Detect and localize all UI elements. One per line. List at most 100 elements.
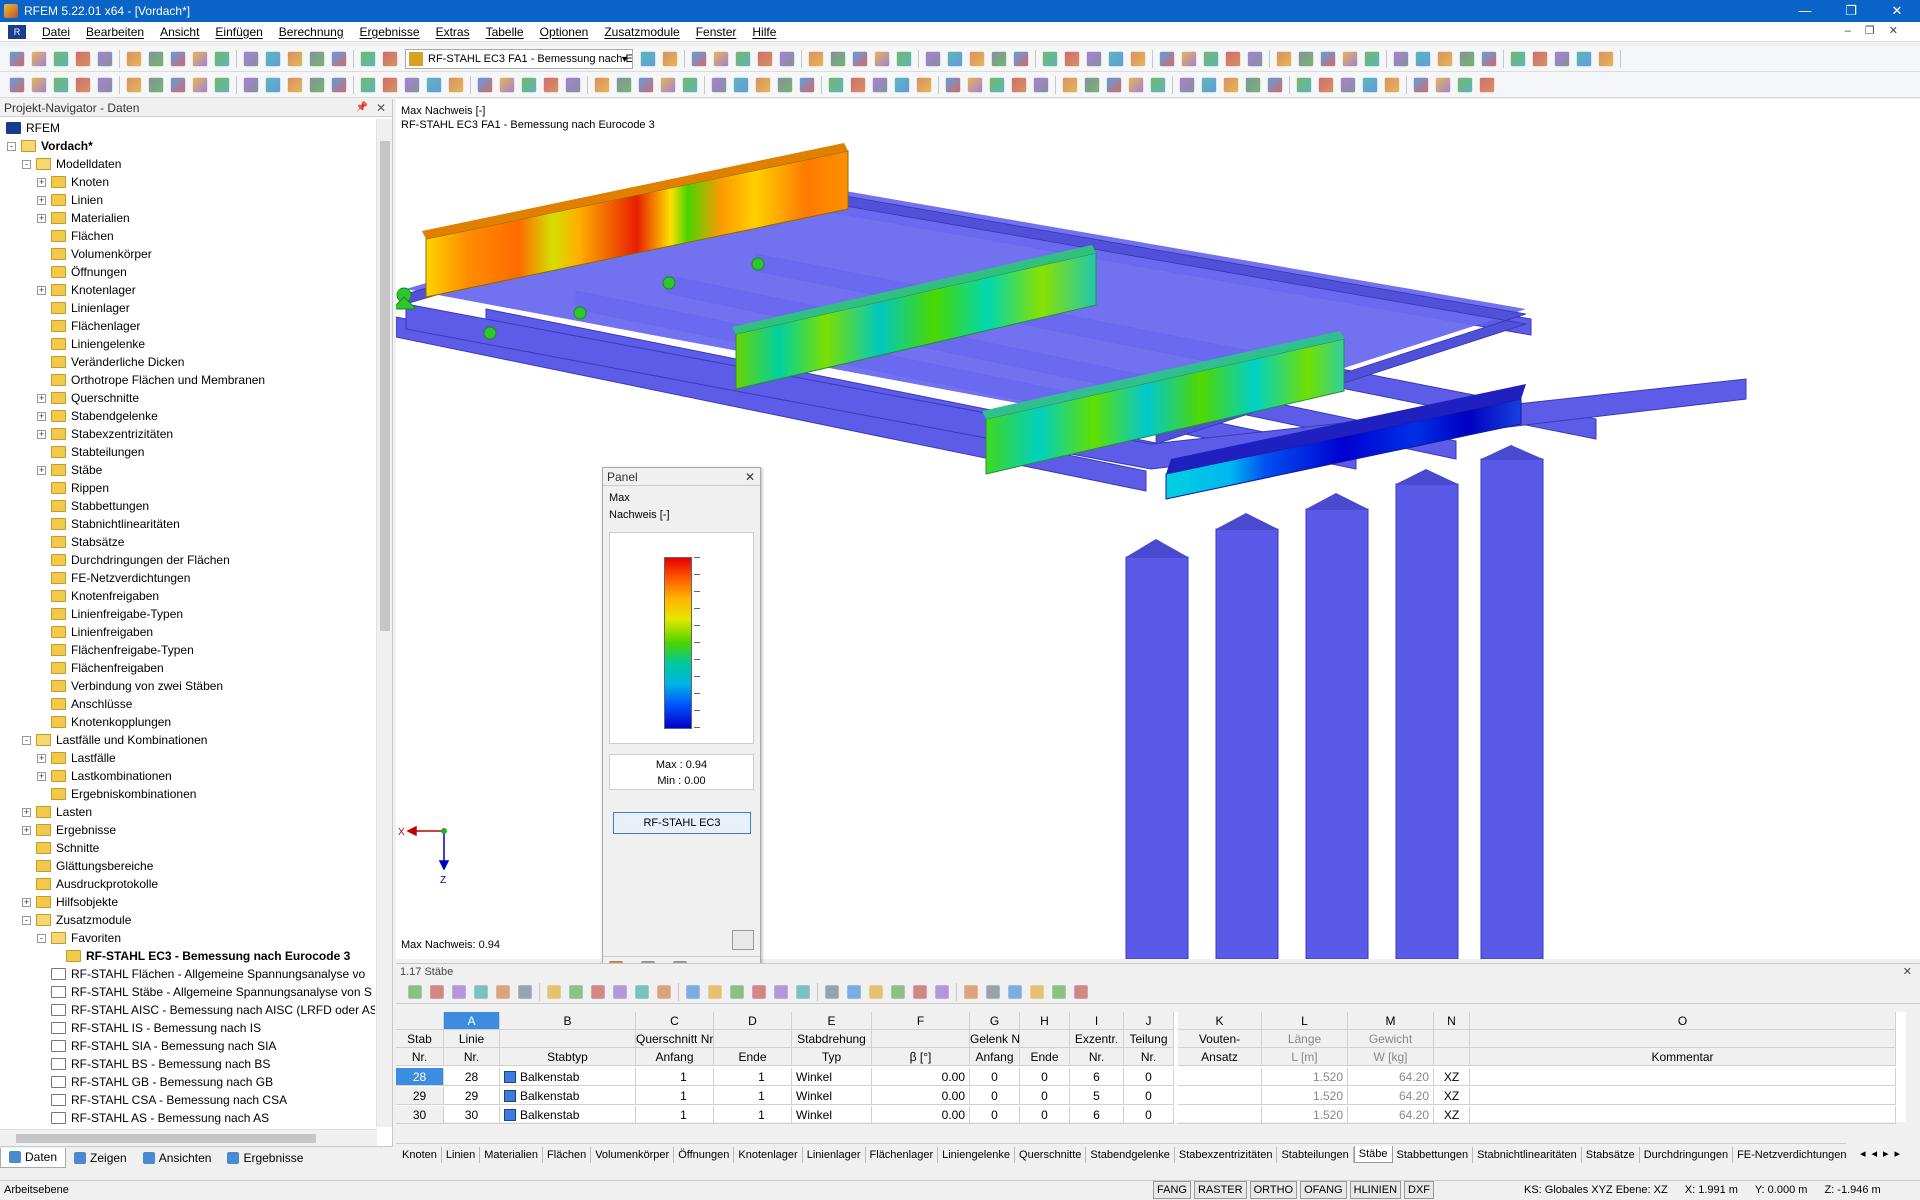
toolbar-button-tb1-18[interactable] — [360, 51, 376, 66]
toolbar-button-tb2-73[interactable] — [1435, 77, 1451, 92]
table-toolbar-button-1[interactable] — [430, 984, 444, 999]
table-toolbar-button-18[interactable] — [774, 984, 788, 999]
table-toolbar-button-11[interactable] — [635, 984, 649, 999]
table-tab-scroll[interactable]: ◂◂▸▸ — [1846, 1143, 1920, 1165]
table-cell[interactable] — [1178, 1087, 1262, 1105]
tree-item[interactable]: + Materialien — [0, 209, 375, 227]
table-toolbar-button-28[interactable] — [964, 984, 978, 999]
menu-item-5[interactable]: Ergebnisse — [352, 25, 428, 39]
table-cell[interactable]: 1.520 — [1262, 1087, 1348, 1105]
toolbar-button-tb1-25[interactable] — [713, 51, 729, 66]
tree-item[interactable]: + Lasten — [0, 803, 375, 821]
tree-item[interactable]: Stabnichtlinearitäten — [0, 515, 375, 533]
toolbar-button-tb2-38[interactable] — [755, 77, 771, 92]
toolbar-button-tb1-62[interactable] — [1437, 51, 1453, 66]
table-cell[interactable]: 0 — [1124, 1106, 1174, 1124]
toolbar-button-tb2-61[interactable] — [1201, 77, 1217, 92]
toolbar-button-tb2-24[interactable] — [477, 77, 493, 92]
minimize-icon[interactable]: — — [1782, 0, 1828, 22]
toolbar-button-tb1-28[interactable] — [779, 51, 795, 66]
collapse-icon[interactable]: - — [22, 916, 31, 925]
toolbar-button-tb2-20[interactable] — [404, 77, 420, 92]
table-cell[interactable]: 0.00 — [872, 1087, 970, 1105]
toolbar-button-tb2-62[interactable] — [1223, 77, 1239, 92]
tree-item[interactable]: Linienlager — [0, 299, 375, 317]
table-toolbar-button-10[interactable] — [613, 984, 627, 999]
table-tab-14[interactable]: Stäbe — [1353, 1146, 1393, 1163]
tree-item[interactable]: - Lastfälle und Kombinationen — [0, 731, 375, 749]
table-tab-15[interactable]: Stabbettungen — [1393, 1146, 1474, 1163]
menu-item-2[interactable]: Ansicht — [152, 25, 207, 39]
toolbar-button-tb1-55[interactable] — [1298, 51, 1314, 66]
table-toolbar-button-33[interactable] — [1074, 984, 1088, 999]
table-toolbar-button-21[interactable] — [825, 984, 839, 999]
toolbar-button-tb2-2[interactable] — [53, 77, 69, 92]
table-cell[interactable]: 0.00 — [872, 1106, 970, 1124]
tree-item[interactable]: + Hilfsobjekte — [0, 893, 375, 911]
toolbar-button-tb1-3[interactable] — [75, 51, 91, 66]
maximize-icon[interactable]: ❐ — [1828, 0, 1874, 22]
tree-item[interactable]: RF-STAHL AISC - Bemessung nach AISC (LRF… — [0, 1001, 375, 1019]
toolbar-button-tb2-34[interactable] — [682, 77, 698, 92]
toolbar-button-tb2-22[interactable] — [448, 77, 464, 92]
navigator-horizontal-scrollbar[interactable] — [0, 1129, 377, 1146]
tree-item[interactable]: Volumenkörper — [0, 245, 375, 263]
navigator-tab-1[interactable]: Zeigen — [66, 1148, 135, 1168]
toolbar-button-tb1-6[interactable] — [126, 51, 142, 66]
toolbar-button-tb1-52[interactable] — [1247, 51, 1263, 66]
toolbar-button-tb1-19[interactable] — [382, 51, 398, 66]
table-toolbar-button-2[interactable] — [452, 984, 466, 999]
table-cell[interactable]: 0 — [1124, 1068, 1174, 1086]
toolbar-button-tb1-58[interactable] — [1364, 51, 1380, 66]
toolbar-button-tb2-10[interactable] — [214, 77, 230, 92]
toolbar-button-tb1-42[interactable] — [1042, 51, 1058, 66]
menu-item-10[interactable]: Fenster — [688, 25, 745, 39]
table-cell[interactable]: 1 — [714, 1068, 792, 1086]
table-tab-10[interactable]: Querschnitte — [1015, 1146, 1087, 1163]
tree-item[interactable]: FE-Netzverdichtungen — [0, 569, 375, 587]
table-tab-19[interactable]: FE-Netzverdichtungen — [1733, 1146, 1852, 1163]
tree-item[interactable]: RF-STAHL SIA - Bemessung nach SIA — [0, 1037, 375, 1055]
table-cell[interactable]: 6 — [1070, 1068, 1124, 1086]
table-cell[interactable]: Balkenstab — [500, 1068, 636, 1086]
toolbar-button-tb1-69[interactable] — [1576, 51, 1592, 66]
menu-item-7[interactable]: Tabelle — [478, 25, 532, 39]
toolbar-button-tb1-24[interactable] — [691, 51, 707, 66]
toolbar-button-tb2-52[interactable] — [1033, 77, 1049, 92]
table-tab-9[interactable]: Liniengelenke — [938, 1146, 1016, 1163]
toolbar-button-tb1-8[interactable] — [170, 51, 186, 66]
toolbar-button-tb1-0[interactable] — [9, 51, 25, 66]
toolbar-button-tb1-4[interactable] — [97, 51, 113, 66]
toolbar-button-tb1-49[interactable] — [1181, 51, 1197, 66]
toolbar-button-tb2-70[interactable] — [1384, 77, 1400, 92]
toolbar-button-tb2-33[interactable] — [660, 77, 676, 92]
table-tab-3[interactable]: Flächen — [543, 1146, 592, 1163]
expand-icon[interactable]: + — [37, 430, 46, 439]
table-toolbar-button-12[interactable] — [657, 984, 671, 999]
tree-item[interactable]: Flächenfreigabe-Typen — [0, 641, 375, 659]
close-icon[interactable]: ✕ — [376, 99, 386, 117]
tree-item[interactable]: RF-STAHL AS - Bemessung nach AS — [0, 1109, 375, 1127]
expand-icon[interactable]: + — [37, 286, 46, 295]
table-toolbar-button-14[interactable] — [686, 984, 700, 999]
table-toolbar-button-7[interactable] — [547, 984, 561, 999]
menu-item-4[interactable]: Berechnung — [271, 25, 352, 39]
table-cell[interactable]: XZ — [1434, 1106, 1470, 1124]
table-cell[interactable]: 0.00 — [872, 1068, 970, 1086]
tree-item[interactable]: Stabteilungen — [0, 443, 375, 461]
expand-icon[interactable]: + — [22, 826, 31, 835]
table-cell[interactable]: Balkenstab — [500, 1087, 636, 1105]
tree-item[interactable]: Rippen — [0, 479, 375, 497]
table-toolbar-button-24[interactable] — [891, 984, 905, 999]
toolbar-button-tb2-3[interactable] — [75, 77, 91, 92]
toolbar-button-tb1-9[interactable] — [192, 51, 208, 66]
toolbar-button-tb1-50[interactable] — [1203, 51, 1219, 66]
toolbar-button-tb1-61[interactable] — [1415, 51, 1431, 66]
table-cell[interactable]: 29 — [444, 1087, 500, 1105]
toolbar-button-tb2-57[interactable] — [1128, 77, 1144, 92]
table-cell[interactable]: 1.520 — [1262, 1068, 1348, 1086]
tree-item[interactable]: + Querschnitte — [0, 389, 375, 407]
toolbar-button-tb2-54[interactable] — [1062, 77, 1078, 92]
toolbar-button-tb2-45[interactable] — [894, 77, 910, 92]
tree-item[interactable]: Knotenfreigaben — [0, 587, 375, 605]
